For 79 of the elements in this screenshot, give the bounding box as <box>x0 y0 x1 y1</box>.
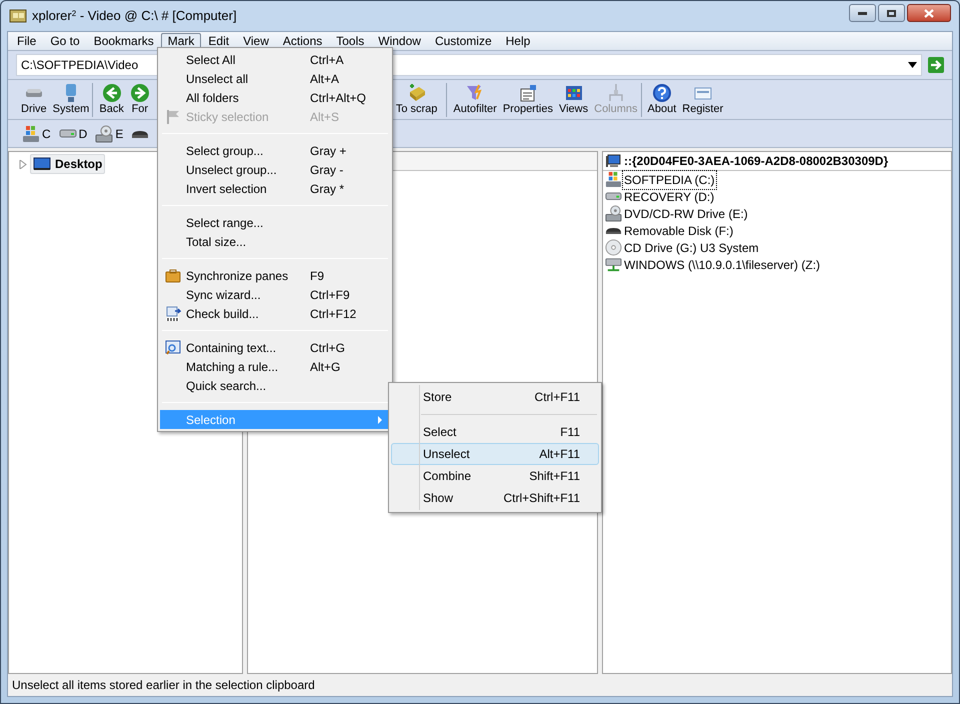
hard-drive-icon <box>58 129 77 138</box>
optical-drive-icon <box>605 205 622 222</box>
toolbar-button[interactable]: Drive <box>18 83 50 116</box>
toolbar-button[interactable]: About <box>644 83 680 116</box>
text-search-icon <box>165 340 181 356</box>
menu-item[interactable]: Total size... <box>160 232 390 251</box>
briefcase-icon <box>165 268 181 284</box>
toolbar-button[interactable]: To scrap <box>392 83 440 116</box>
menu-item[interactable]: All folders Ctrl+Alt+Q <box>160 88 390 107</box>
menu-bar-item[interactable]: Edit <box>201 32 236 50</box>
pane-path: ::{20D04FE0-3AEA-1069-A2D8-08002B30309D} <box>624 153 888 170</box>
desktop-icon <box>33 157 51 171</box>
menu-item[interactable]: Unselect group... Gray - <box>160 160 390 179</box>
binary-file-icon <box>165 306 181 322</box>
drive-list-item[interactable]: RECOVERY (D:) <box>603 188 951 205</box>
volume-button[interactable]: E <box>95 124 124 142</box>
menu-item[interactable]: Select group... Gray + <box>160 141 390 160</box>
menu-bar-item[interactable]: Window <box>371 32 428 50</box>
go-arrow-icon[interactable] <box>928 57 944 73</box>
menu-item[interactable]: Quick search... <box>160 376 390 395</box>
tree-item[interactable]: Desktop <box>30 154 106 174</box>
menu-item[interactable]: Containing text... Ctrl+G <box>160 338 390 357</box>
menu-item[interactable]: Sync wizard... Ctrl+F9 <box>160 285 390 304</box>
menu-item[interactable]: Check build... Ctrl+F12 <box>160 304 390 323</box>
menu-item[interactable]: Combine Shift+F11 <box>391 465 599 487</box>
expand-arrow-icon[interactable] <box>19 160 27 168</box>
volume-button[interactable]: C <box>22 124 51 142</box>
volume-button[interactable] <box>131 130 150 138</box>
menu-bar-item[interactable]: View <box>236 32 276 50</box>
disc-icon <box>605 239 622 256</box>
minimize-button[interactable] <box>849 4 876 22</box>
submenu-arrow-icon <box>376 416 384 424</box>
drive-list-item[interactable]: Removable Disk (F:) <box>603 222 951 239</box>
menu-item[interactable]: Store Ctrl+F11 <box>391 386 599 408</box>
toolbar-button[interactable]: Back <box>96 83 127 116</box>
status-text: Unselect all items stored earlier in the selection clipboard <box>12 677 315 694</box>
menu-bar-item[interactable]: Actions <box>276 32 330 50</box>
toolbar-button[interactable]: Autofilter <box>450 83 500 116</box>
dropdown-arrow-icon <box>908 62 917 68</box>
menu-bar-item[interactable]: Customize <box>428 32 499 50</box>
app-icon <box>9 8 27 24</box>
removable-drive-icon <box>605 226 622 234</box>
menu-item[interactable]: Select F11 <box>391 421 599 443</box>
toolbar-button[interactable]: System <box>50 83 92 116</box>
menu-item[interactable]: Invert selection Gray * <box>160 179 390 198</box>
menu-bar-item[interactable]: Bookmarks <box>86 32 161 50</box>
toolbar-button[interactable]: Properties <box>500 83 556 116</box>
toolbar-button[interactable]: Register <box>679 83 726 116</box>
menu-item[interactable]: Unselect Alt+F11 <box>391 443 599 465</box>
flag-icon <box>165 108 181 124</box>
menu-bar-item[interactable]: Go to <box>43 32 87 50</box>
toolbar-button[interactable]: Views <box>556 83 592 116</box>
menu-item[interactable]: Select range... <box>160 213 390 232</box>
removable-drive-icon <box>131 130 150 138</box>
toolbar-button[interactable]: For <box>126 83 153 116</box>
close-button[interactable] <box>907 4 951 22</box>
help-icon <box>652 83 672 103</box>
network-drive-icon <box>605 256 622 273</box>
menu-bar-item[interactable]: Tools <box>329 32 372 50</box>
menu-bar-item[interactable]: File <box>10 32 44 50</box>
hard-drive-icon <box>605 192 622 201</box>
menu-item[interactable]: Synchronize panes F9 <box>160 266 390 285</box>
maximize-button[interactable] <box>878 4 905 22</box>
properties-icon <box>518 83 538 103</box>
volume-button[interactable]: D <box>58 124 88 142</box>
close-icon <box>924 8 934 18</box>
drive-list-item[interactable]: DVD/CD-RW Drive (E:) <box>603 205 951 222</box>
drive-list-item[interactable]: SOFTPEDIA (C:) <box>603 171 951 188</box>
menu-item[interactable]: Matching a rule... Alt+G <box>160 357 390 376</box>
window-title: xplorer$^{2}$ - Video @ C:\ # [Computer] <box>32 7 237 26</box>
drive-list-item[interactable]: WINDOWS (\\10.9.0.1\fileserver) (Z:) <box>603 256 951 273</box>
menu-item[interactable]: Show Ctrl+Shift+F11 <box>391 487 599 509</box>
computer-icon <box>605 154 621 168</box>
drive-list-item[interactable]: CD Drive (G:) U3 System <box>603 239 951 256</box>
menu-bar-item[interactable]: Help <box>498 32 538 50</box>
grid-view-icon <box>564 83 584 103</box>
system-drive-icon <box>605 171 622 188</box>
optical-drive-icon <box>95 124 114 142</box>
system-drive-icon <box>22 124 40 142</box>
